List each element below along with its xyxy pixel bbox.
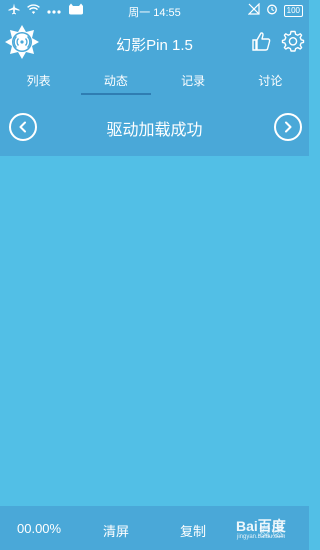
battery-indicator: 100 [283,4,303,17]
clear-screen-button[interactable]: 清屏 [103,521,129,540]
chevron-right-icon [285,121,292,133]
status-icons-right: 100 [247,2,303,18]
thumbs-up-icon[interactable] [250,30,272,52]
tab-activity[interactable]: 动态 [77,64,154,96]
tab-discussion[interactable]: 讨论 [232,64,309,96]
nav-bar: 驱动加载成功 [0,96,309,156]
app-header: 幻影Pin 1.5 [0,22,309,64]
alarm-icon [266,3,278,18]
tab-list[interactable]: 列表 [0,64,77,96]
baidu-watermark: Bai百度 jingyan.baidu.com [236,512,306,546]
copy-button[interactable]: 复制 [180,521,206,540]
log-content-area[interactable] [0,156,309,506]
next-button[interactable] [274,113,302,141]
status-message: 驱动加载成功 [106,122,203,139]
settings-gear-icon[interactable] [281,29,305,53]
watermark-url: jingyan.baidu.com [237,534,286,540]
status-bar: 周一 14:55 100 [0,0,309,22]
progress-percent: 00.00% [17,521,62,536]
no-signal-icon [247,2,260,18]
tab-records[interactable]: 记录 [155,64,232,96]
tab-bar: 列表 动态 记录 讨论 [0,64,309,96]
watermark-brand: Bai百度 [236,518,286,534]
